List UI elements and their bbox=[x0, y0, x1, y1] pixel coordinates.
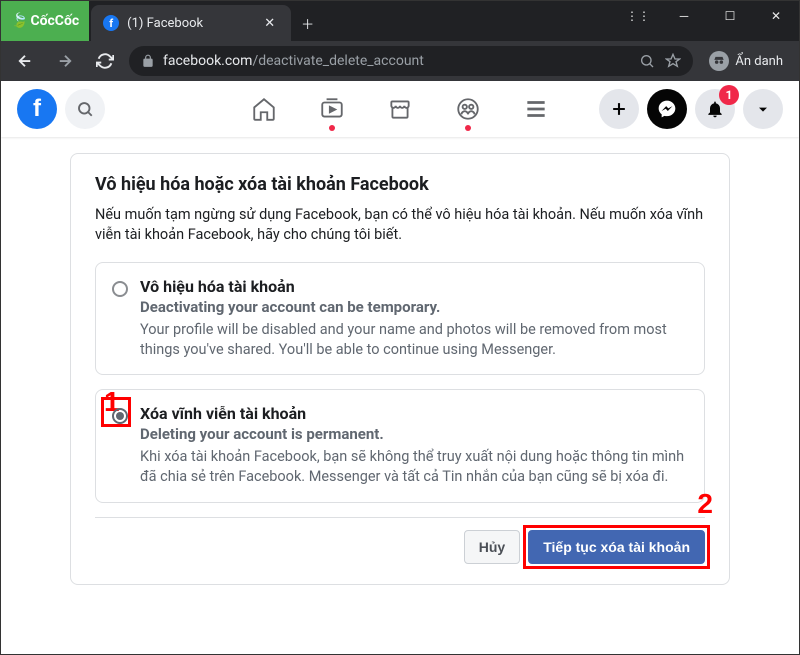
nav-menu[interactable] bbox=[506, 85, 566, 133]
reload-button[interactable] bbox=[89, 45, 121, 77]
coccoc-logo: 🍃CốcCốc bbox=[1, 1, 89, 41]
new-tab-button[interactable]: ＋ bbox=[291, 5, 324, 41]
option-description: Your profile will be disabled and your n… bbox=[140, 320, 688, 361]
close-tab-button[interactable]: ✕ bbox=[260, 16, 279, 31]
back-button[interactable] bbox=[9, 45, 41, 77]
lock-icon bbox=[141, 54, 155, 68]
account-dropdown-button[interactable] bbox=[743, 89, 783, 129]
option-subtitle: Deleting your account is permanent. bbox=[140, 425, 688, 443]
page-description: Nếu muốn tạm ngừng sử dụng Facebook, bạn… bbox=[95, 205, 705, 246]
browser-menu-icon[interactable]: ⋮⋮ bbox=[615, 1, 661, 31]
nav-watch[interactable] bbox=[302, 85, 362, 133]
notification-dot-icon bbox=[465, 125, 471, 131]
page-title: Vô hiệu hóa hoặc xóa tài khoản Facebook bbox=[95, 174, 705, 195]
browser-titlebar: 🍃CốcCốc f (1) Facebook ✕ ＋ ⋮⋮ ─ ☐ ✕ bbox=[1, 1, 799, 41]
address-bar[interactable]: facebook.com/deactivate_delete_account bbox=[129, 46, 693, 76]
option-title: Vô hiệu hóa tài khoản bbox=[140, 277, 688, 296]
maximize-button[interactable]: ☐ bbox=[707, 1, 753, 31]
minimize-button[interactable]: ─ bbox=[661, 1, 707, 31]
nav-groups[interactable] bbox=[438, 85, 498, 133]
notification-badge: 1 bbox=[719, 85, 739, 105]
browser-tab[interactable]: f (1) Facebook ✕ bbox=[91, 5, 291, 41]
facebook-header: f bbox=[1, 81, 799, 137]
incognito-indicator[interactable]: Ẩn danh bbox=[701, 51, 791, 71]
nav-home[interactable] bbox=[234, 85, 294, 133]
continue-delete-button[interactable]: Tiếp tục xóa tài khoản bbox=[528, 530, 705, 564]
option-subtitle: Deactivating your account can be tempora… bbox=[140, 298, 688, 316]
notification-dot-icon bbox=[329, 125, 335, 131]
radio-delete[interactable] bbox=[112, 408, 128, 424]
option-delete[interactable]: Xóa vĩnh viễn tài khoản Deleting your ac… bbox=[95, 389, 705, 503]
option-deactivate[interactable]: Vô hiệu hóa tài khoản Deactivating your … bbox=[95, 262, 705, 376]
close-window-button[interactable]: ✕ bbox=[753, 1, 799, 31]
cancel-button[interactable]: Hủy bbox=[464, 530, 520, 564]
url-path: /deactivate_delete_account bbox=[252, 53, 423, 69]
incognito-icon bbox=[709, 51, 729, 71]
fb-search-button[interactable] bbox=[65, 89, 105, 129]
option-title: Xóa vĩnh viễn tài khoản bbox=[140, 404, 688, 423]
create-button[interactable] bbox=[599, 89, 639, 129]
search-engine-icon[interactable] bbox=[639, 53, 655, 69]
nav-marketplace[interactable] bbox=[370, 85, 430, 133]
facebook-favicon-icon: f bbox=[103, 15, 119, 31]
browser-toolbar: facebook.com/deactivate_delete_account Ẩ… bbox=[1, 41, 799, 81]
forward-button[interactable] bbox=[49, 45, 81, 77]
option-description: Khi xóa tài khoản Facebook, bạn sẽ không… bbox=[140, 447, 688, 488]
url-host: facebook.com bbox=[163, 53, 252, 69]
tab-title: (1) Facebook bbox=[127, 16, 203, 31]
radio-deactivate[interactable] bbox=[112, 281, 128, 297]
bookmark-icon[interactable] bbox=[665, 53, 681, 69]
facebook-logo-icon[interactable]: f bbox=[17, 89, 57, 129]
page-content: Vô hiệu hóa hoặc xóa tài khoản Facebook … bbox=[1, 137, 799, 654]
deactivate-delete-card: Vô hiệu hóa hoặc xóa tài khoản Facebook … bbox=[70, 153, 730, 585]
notifications-button[interactable]: 1 bbox=[695, 89, 735, 129]
messenger-button[interactable] bbox=[647, 89, 687, 129]
